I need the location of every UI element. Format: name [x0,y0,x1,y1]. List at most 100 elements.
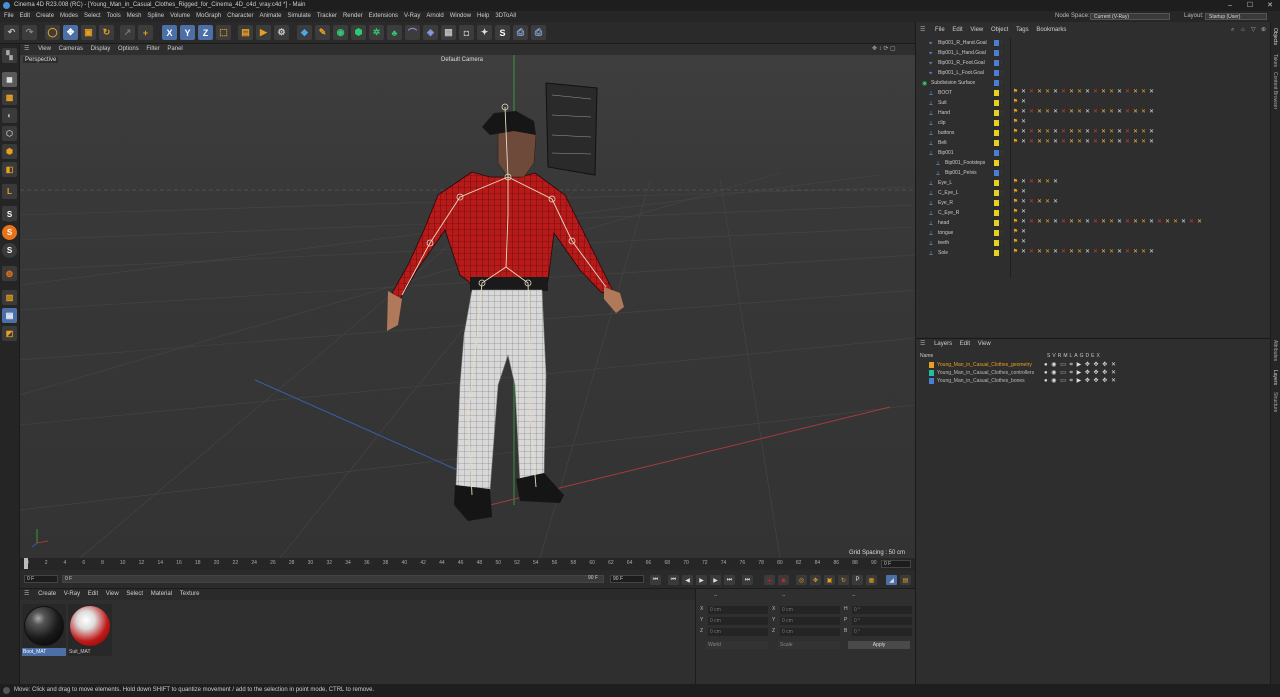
hamburger-icon[interactable]: ☰ [24,46,29,52]
menu-arnold[interactable]: Arnold [423,11,446,22]
position-y-field[interactable]: 0 cm [708,617,768,625]
maximize-button[interactable]: ☐ [1240,0,1260,11]
tag-icon[interactable]: ✕ [1124,219,1131,226]
tag-icon[interactable]: ✕ [1020,129,1027,136]
vray-s-icon-1[interactable]: S [2,207,17,222]
tag-icon[interactable]: ⚑ [1012,219,1019,226]
layer-color-swatch[interactable] [994,60,999,66]
layer-color-swatch[interactable] [994,100,999,106]
tag-icon[interactable]: ✕ [1076,249,1083,256]
tag-icon[interactable]: ⚑ [1012,139,1019,146]
tag-icon[interactable]: ✕ [1020,139,1027,146]
render-settings-icon[interactable]: ⚙ [274,25,289,40]
tag-icon[interactable]: ✕ [1036,179,1043,186]
menu-simulate[interactable]: Simulate [285,11,314,22]
tag-icon[interactable]: ⚑ [1012,199,1019,206]
cloner-icon[interactable]: ✲ [369,25,384,40]
workplane-mode-icon[interactable]: ◐ [2,108,17,123]
play-icon[interactable]: ▶ [696,575,707,585]
tag-icon[interactable]: ✕ [1020,99,1027,106]
tag-icon[interactable]: ⚑ [1012,189,1019,196]
y-axis-lock-icon[interactable]: Y [180,25,195,40]
visibility-dots-icon[interactable]: : [1001,128,1002,138]
tag-icon[interactable]: ✕ [1044,179,1051,186]
extrude-generator-icon[interactable]: ⬢ [351,25,366,40]
tag-icon[interactable]: ✕ [1028,249,1035,256]
tab-attributes[interactable]: Attributes [1272,340,1278,361]
subdivision-surface-icon[interactable]: ◉ [333,25,348,40]
tag-icon[interactable]: ✕ [1028,179,1035,186]
object-row[interactable]: ⟂ Belt: ⚑ ✕ ✕ ✕ ✕ ✕ ✕ ✕ ✕ ✕ ✕ ✕ ✕ ✕ ✕ ✕ ✕ ✕ [916,138,1271,148]
funnel-icon[interactable]: ▽ [1251,25,1256,36]
tag-icon[interactable]: ✕ [1100,129,1107,136]
tag-icon[interactable]: ⚑ [1012,239,1019,246]
visibility-dots-icon[interactable]: : [1001,88,1002,98]
tag-icon[interactable]: ✕ [1036,249,1043,256]
tag-icon[interactable]: ✕ [1132,109,1139,116]
tag-icon[interactable]: ✕ [1188,219,1195,226]
tag-icon[interactable]: ✕ [1108,129,1115,136]
object-menu-object[interactable]: Object [988,25,1011,36]
tab-layers[interactable]: Layers [1272,370,1278,385]
size-x-field[interactable]: 0 cm [780,606,840,614]
object-menu-edit[interactable]: Edit [949,25,965,36]
tag-icon[interactable]: ✕ [1020,199,1027,206]
tag-icon[interactable]: ✕ [1148,129,1155,136]
visibility-dots-icon[interactable]: : [1001,228,1002,238]
soft-selection-icon[interactable]: ◍ [2,266,17,281]
material-menu-create[interactable]: Create [35,589,59,600]
tag-icon[interactable]: ✕ [1092,219,1099,226]
auto-key-icon[interactable]: ◉ [778,575,789,585]
tag-icon[interactable]: ✕ [1172,219,1179,226]
close-button[interactable]: ✕ [1260,0,1280,11]
enable-axis-icon[interactable]: L [2,184,17,199]
menu-render[interactable]: Render [340,11,366,22]
apply-button[interactable]: Apply [848,641,910,649]
tag-icon[interactable]: ✕ [1052,139,1059,146]
tag-icon[interactable]: ✕ [1092,249,1099,256]
menu-tools[interactable]: Tools [104,11,124,22]
layer-menu-edit[interactable]: Edit [957,339,973,350]
visibility-dots-icon[interactable]: : [1001,48,1002,58]
tag-icon[interactable]: ✕ [1084,129,1091,136]
viewport-menu-view[interactable]: View [35,44,54,55]
rotation-b-field[interactable]: 0 ° [852,628,912,636]
visibility-dots-icon[interactable]: : [1001,78,1002,88]
viewport-menu-options[interactable]: Options [115,44,142,55]
edges-mode-icon[interactable]: ⬢ [2,144,17,159]
tag-icon[interactable]: ✕ [1156,219,1163,226]
tag-icon[interactable]: ✕ [1068,249,1075,256]
tag-icon[interactable]: ⚑ [1012,99,1019,106]
layer-color-swatch[interactable] [994,240,999,246]
rotation-key-icon[interactable]: ↻ [838,575,849,585]
object-row[interactable]: ⟂ clip: ⚑ ✕ [916,118,1271,128]
tag-icon[interactable]: ✕ [1052,219,1059,226]
redo-icon[interactable]: ↷ [22,25,37,40]
live-selection-icon[interactable]: ◯ [45,25,60,40]
viewport-menu-panel[interactable]: Panel [164,44,185,55]
layer-color-swatch[interactable] [994,40,999,46]
layer-color-swatch[interactable] [994,170,999,176]
layout-dropdown[interactable]: Startup (User) [1205,13,1267,20]
perspective-viewport[interactable]: Perspective Default Camera Grid Spacing … [20,55,915,558]
layer-color-swatch[interactable] [994,190,999,196]
menu-select[interactable]: Select [81,11,104,22]
menu-tracker[interactable]: Tracker [314,11,340,22]
tag-icon[interactable]: ⚑ [1012,249,1019,256]
frame-range-slider[interactable]: 0 F [62,575,604,583]
viewport-menu-filter[interactable]: Filter [143,44,162,55]
make-editable-icon[interactable]: ▚ [2,48,17,63]
visibility-dots-icon[interactable]: : [1001,138,1002,148]
tag-icon[interactable]: ✕ [1108,219,1115,226]
tag-icon[interactable]: ✕ [1180,219,1187,226]
recent-tools-icon[interactable]: ↗ [120,25,135,40]
menu-3dtoall[interactable]: 3DToAll [492,11,519,22]
points-mode-icon[interactable]: ⬡ [2,126,17,141]
tag-icon[interactable]: ✕ [1020,89,1027,96]
add-tool-icon[interactable]: + [138,25,153,40]
layer-menu-view[interactable]: View [975,339,994,350]
tab-structure[interactable]: Structure [1272,392,1278,412]
coordinate-system-icon[interactable]: ⬚ [216,25,231,40]
menu-mesh[interactable]: Mesh [124,11,145,22]
interpolation-icon[interactable]: ◢ [886,575,897,585]
